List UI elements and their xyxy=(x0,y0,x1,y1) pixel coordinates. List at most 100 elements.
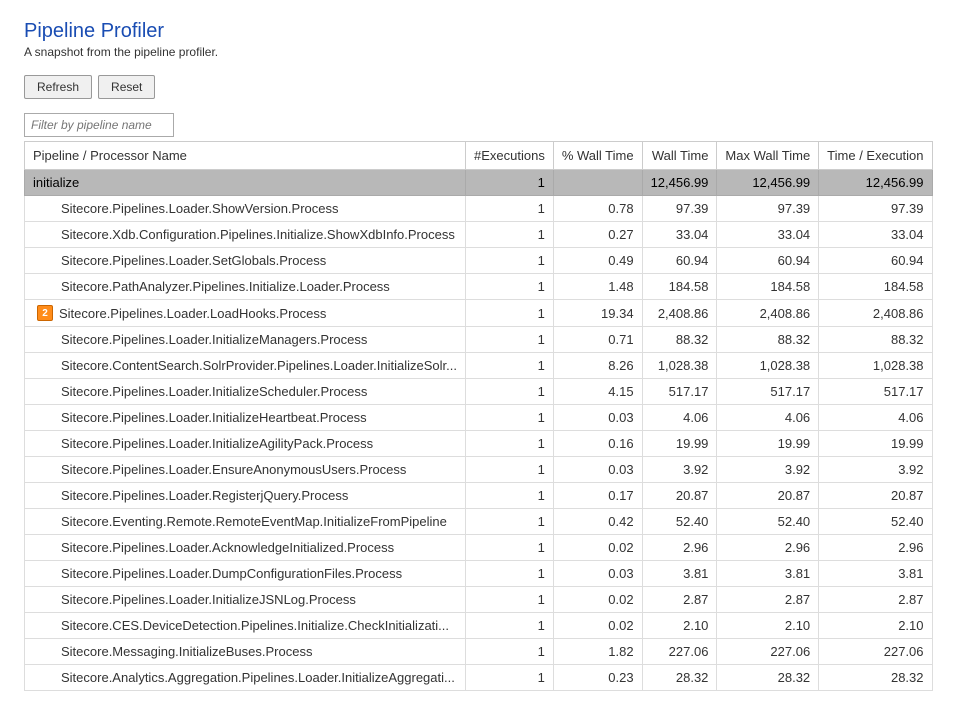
cell-executions: 1 xyxy=(466,196,554,222)
expand-badge-icon[interactable]: 2 xyxy=(37,305,53,321)
cell-executions: 1 xyxy=(466,248,554,274)
table-row[interactable]: Sitecore.Pipelines.Loader.InitializeJSNL… xyxy=(25,587,933,613)
cell-executions: 1 xyxy=(466,327,554,353)
cell-wallTime: 4.06 xyxy=(642,405,717,431)
cell-pctWallTime: 0.78 xyxy=(553,196,642,222)
cell-timePerExecution: 52.40 xyxy=(819,509,932,535)
refresh-button[interactable]: Refresh xyxy=(24,75,92,99)
cell-executions: 1 xyxy=(466,457,554,483)
cell-maxWallTime: 52.40 xyxy=(717,509,819,535)
table-row[interactable]: Sitecore.Eventing.Remote.RemoteEventMap.… xyxy=(25,509,933,535)
processor-name: Sitecore.Messaging.InitializeBuses.Proce… xyxy=(61,644,312,659)
processor-name: Sitecore.Pipelines.Loader.DumpConfigurat… xyxy=(61,566,402,581)
table-row[interactable]: Sitecore.Pipelines.Loader.DumpConfigurat… xyxy=(25,561,933,587)
table-row[interactable]: Sitecore.Analytics.Aggregation.Pipelines… xyxy=(25,665,933,691)
table-row[interactable]: Sitecore.Pipelines.Loader.InitializeSche… xyxy=(25,379,933,405)
filter-input[interactable] xyxy=(24,113,174,137)
cell-executions: 1 xyxy=(466,509,554,535)
table-row[interactable]: Sitecore.Pipelines.Loader.InitializeMana… xyxy=(25,327,933,353)
cell-wallTime: 227.06 xyxy=(642,639,717,665)
cell-timePerExecution: 1,028.38 xyxy=(819,353,932,379)
cell-executions: 1 xyxy=(466,665,554,691)
cell-pctWallTime: 1.82 xyxy=(553,639,642,665)
processor-name: Sitecore.Pipelines.Loader.LoadHooks.Proc… xyxy=(59,306,326,321)
cell-wallTime: 2,408.86 xyxy=(642,300,717,327)
cell-wallTime: 97.39 xyxy=(642,196,717,222)
cell-timePerExecution: 4.06 xyxy=(819,405,932,431)
cell-pctWallTime: 0.03 xyxy=(553,561,642,587)
group-row[interactable]: initialize 1 12,456.99 12,456.99 12,456.… xyxy=(25,170,933,196)
cell-pctWallTime: 0.42 xyxy=(553,509,642,535)
cell-pctWallTime: 0.02 xyxy=(553,535,642,561)
cell-wallTime: 52.40 xyxy=(642,509,717,535)
cell-wallTime: 3.92 xyxy=(642,457,717,483)
cell-pctWallTime: 0.02 xyxy=(553,613,642,639)
table-row[interactable]: Sitecore.PathAnalyzer.Pipelines.Initiali… xyxy=(25,274,933,300)
table-row[interactable]: Sitecore.Pipelines.Loader.RegisterjQuery… xyxy=(25,483,933,509)
column-wall-time[interactable]: Wall Time xyxy=(642,142,717,170)
cell-maxWallTime: 517.17 xyxy=(717,379,819,405)
table-row[interactable]: Sitecore.Messaging.InitializeBuses.Proce… xyxy=(25,639,933,665)
cell-maxWallTime: 184.58 xyxy=(717,274,819,300)
cell-wallTime: 20.87 xyxy=(642,483,717,509)
table-row[interactable]: 2 Sitecore.Pipelines.Loader.LoadHooks.Pro… xyxy=(25,300,933,327)
cell-maxWallTime: 227.06 xyxy=(717,639,819,665)
cell-timePerExecution: 20.87 xyxy=(819,483,932,509)
processor-name: Sitecore.Pipelines.Loader.InitializeSche… xyxy=(61,384,367,399)
cell-maxWallTime: 2,408.86 xyxy=(717,300,819,327)
table-row[interactable]: Sitecore.Pipelines.Loader.EnsureAnonymou… xyxy=(25,457,933,483)
cell-timePerExecution: 2.96 xyxy=(819,535,932,561)
cell-maxWallTime: 4.06 xyxy=(717,405,819,431)
cell-wallTime: 1,028.38 xyxy=(642,353,717,379)
cell-executions: 1 xyxy=(466,639,554,665)
cell-maxWallTime: 88.32 xyxy=(717,327,819,353)
table-row[interactable]: Sitecore.Pipelines.Loader.ShowVersion.Pr… xyxy=(25,196,933,222)
processor-name: Sitecore.ContentSearch.SolrProvider.Pipe… xyxy=(61,358,457,373)
cell-timePerExecution: 2.87 xyxy=(819,587,932,613)
group-executions: 1 xyxy=(466,170,554,196)
column-pct-wall-time[interactable]: % Wall Time xyxy=(553,142,642,170)
cell-pctWallTime: 0.16 xyxy=(553,431,642,457)
cell-executions: 1 xyxy=(466,431,554,457)
table-row[interactable]: Sitecore.Xdb.Configuration.Pipelines.Ini… xyxy=(25,222,933,248)
cell-wallTime: 2.96 xyxy=(642,535,717,561)
cell-maxWallTime: 2.10 xyxy=(717,613,819,639)
cell-wallTime: 88.32 xyxy=(642,327,717,353)
cell-maxWallTime: 28.32 xyxy=(717,665,819,691)
table-row[interactable]: Sitecore.Pipelines.Loader.InitializeHear… xyxy=(25,405,933,431)
table-row[interactable]: Sitecore.Pipelines.Loader.AcknowledgeIni… xyxy=(25,535,933,561)
cell-timePerExecution: 60.94 xyxy=(819,248,932,274)
reset-button[interactable]: Reset xyxy=(98,75,155,99)
column-time-per-execution[interactable]: Time / Execution xyxy=(819,142,932,170)
cell-pctWallTime: 1.48 xyxy=(553,274,642,300)
column-max-wall-time[interactable]: Max Wall Time xyxy=(717,142,819,170)
cell-maxWallTime: 2.87 xyxy=(717,587,819,613)
cell-maxWallTime: 60.94 xyxy=(717,248,819,274)
column-executions[interactable]: #Executions xyxy=(466,142,554,170)
cell-pctWallTime: 8.26 xyxy=(553,353,642,379)
group-pct-wall-time xyxy=(553,170,642,196)
table-row[interactable]: Sitecore.CES.DeviceDetection.Pipelines.I… xyxy=(25,613,933,639)
processor-name: Sitecore.Pipelines.Loader.InitializeJSNL… xyxy=(61,592,356,607)
cell-timePerExecution: 184.58 xyxy=(819,274,932,300)
cell-maxWallTime: 3.92 xyxy=(717,457,819,483)
table-header-row: Pipeline / Processor Name #Executions % … xyxy=(25,142,933,170)
processor-name: Sitecore.CES.DeviceDetection.Pipelines.I… xyxy=(61,618,449,633)
table-row[interactable]: Sitecore.ContentSearch.SolrProvider.Pipe… xyxy=(25,353,933,379)
processor-name: Sitecore.Pipelines.Loader.InitializeAgil… xyxy=(61,436,373,451)
processor-name: Sitecore.Pipelines.Loader.AcknowledgeIni… xyxy=(61,540,394,555)
processor-name: Sitecore.Analytics.Aggregation.Pipelines… xyxy=(61,670,455,685)
group-wall-time: 12,456.99 xyxy=(642,170,717,196)
table-row[interactable]: Sitecore.Pipelines.Loader.InitializeAgil… xyxy=(25,431,933,457)
cell-wallTime: 60.94 xyxy=(642,248,717,274)
cell-timePerExecution: 3.81 xyxy=(819,561,932,587)
column-name[interactable]: Pipeline / Processor Name xyxy=(25,142,466,170)
cell-executions: 1 xyxy=(466,561,554,587)
processor-name: Sitecore.Pipelines.Loader.SetGlobals.Pro… xyxy=(61,253,326,268)
table-row[interactable]: Sitecore.Pipelines.Loader.SetGlobals.Pro… xyxy=(25,248,933,274)
cell-timePerExecution: 97.39 xyxy=(819,196,932,222)
cell-executions: 1 xyxy=(466,274,554,300)
cell-maxWallTime: 2.96 xyxy=(717,535,819,561)
processor-name: Sitecore.Xdb.Configuration.Pipelines.Ini… xyxy=(61,227,455,242)
cell-executions: 1 xyxy=(466,405,554,431)
